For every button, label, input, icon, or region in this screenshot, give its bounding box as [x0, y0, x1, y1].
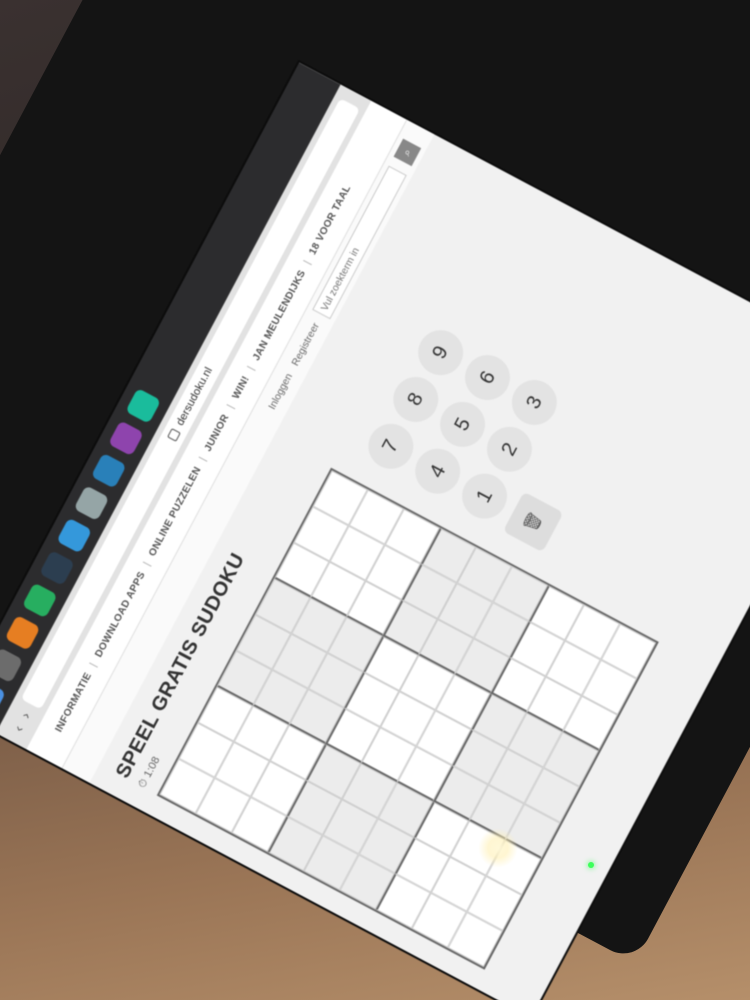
app-icon[interactable]: [0, 647, 24, 684]
menu-separator: |: [197, 455, 209, 464]
menu-item-win[interactable]: WIN!: [231, 374, 252, 401]
back-button[interactable]: ‹: [10, 722, 27, 734]
menu-separator: |: [141, 560, 154, 568]
menu-separator: |: [225, 403, 237, 411]
app-icon[interactable]: [56, 517, 93, 554]
keypad-key-1[interactable]: 1: [454, 465, 515, 527]
app-icon[interactable]: [125, 387, 162, 424]
keypad-key-5[interactable]: 5: [432, 394, 493, 455]
menu-separator: |: [245, 364, 258, 373]
keypad-key-9[interactable]: 9: [410, 322, 472, 383]
keypad-key-7[interactable]: 7: [360, 415, 422, 477]
keypad-key-2[interactable]: 2: [479, 418, 540, 480]
photo-scene: ‹ › dersudoku.nl INFORMATIE | DOWNLOAD A…: [0, 0, 750, 1000]
search-icon[interactable]: ⌕: [393, 138, 422, 167]
app-icon[interactable]: [0, 679, 6, 716]
status-led: [588, 862, 594, 868]
forward-button[interactable]: ›: [17, 709, 34, 721]
login-link[interactable]: Inloggen: [266, 371, 294, 411]
menu-separator: |: [88, 661, 100, 669]
lock-icon: [167, 427, 181, 442]
app-icon[interactable]: [39, 550, 75, 586]
app-icon[interactable]: [4, 614, 41, 651]
keypad-key-8[interactable]: 8: [385, 369, 447, 430]
app-icon[interactable]: [73, 485, 110, 522]
app-icon[interactable]: [21, 582, 58, 619]
light-glare: [478, 828, 518, 868]
app-icon[interactable]: [90, 452, 127, 489]
menu-separator: |: [302, 258, 314, 267]
keypad-key-3[interactable]: 3: [503, 372, 565, 433]
keypad-key-6[interactable]: 6: [457, 347, 518, 408]
keypad-key-4[interactable]: 4: [407, 440, 469, 502]
menu-item-junior[interactable]: JUNIOR: [203, 413, 232, 454]
trash-icon[interactable]: 🗑: [502, 491, 564, 553]
app-icon[interactable]: [108, 420, 144, 457]
